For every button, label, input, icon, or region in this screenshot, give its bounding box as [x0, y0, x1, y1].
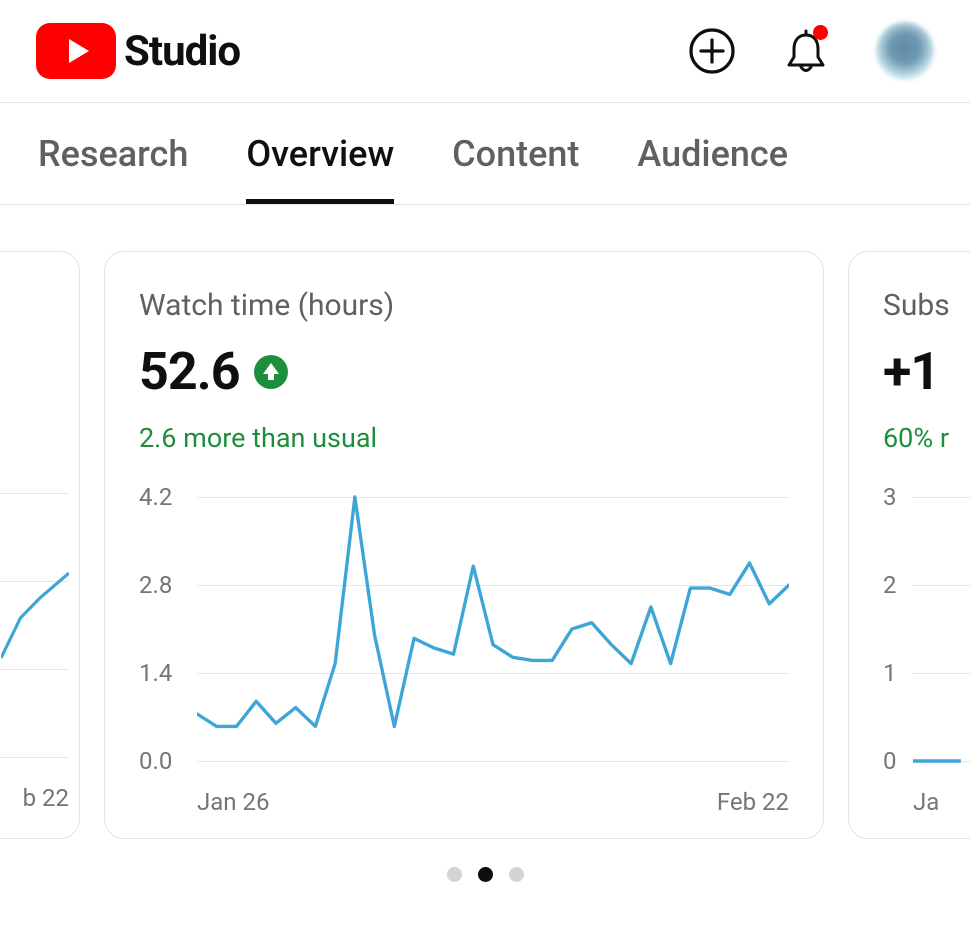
logo[interactable]: Studio — [36, 23, 240, 79]
card-title: Subs — [883, 288, 970, 323]
notification-dot-icon — [813, 25, 828, 40]
y-tick: 3 — [883, 483, 897, 511]
sliver-chart-left — [1, 478, 69, 778]
pagination-dot[interactable] — [478, 867, 493, 882]
y-tick: 4.2 — [139, 483, 172, 511]
card-subscribers-sliver[interactable]: Subs +1 60% r 3 2 1 0 Ja — [848, 251, 970, 839]
x-label-end: Feb 22 — [717, 788, 789, 816]
line-chart-svg — [197, 482, 789, 782]
y-tick: 0 — [883, 747, 897, 775]
card-watch-time[interactable]: Watch time (hours) 52.6 2.6 more than us… — [104, 251, 824, 839]
y-tick: 1 — [883, 659, 897, 687]
app-header: Studio — [0, 0, 970, 102]
tab-research[interactable]: Research — [38, 133, 188, 204]
card-title: Watch time (hours) — [139, 288, 789, 323]
subs-chart: 3 2 1 0 — [883, 482, 970, 782]
pagination-dot[interactable] — [447, 867, 462, 882]
y-tick: 2 — [883, 571, 897, 599]
card-subtitle: 2.6 more than usual — [139, 422, 789, 454]
tab-content[interactable]: Content — [452, 133, 579, 204]
tab-overview[interactable]: Overview — [246, 133, 394, 204]
card-value: 52.6 — [139, 341, 240, 402]
x-label-end: b 22 — [23, 784, 69, 812]
youtube-play-icon — [36, 23, 116, 79]
card-previous-sliver[interactable]: b 22 — [0, 251, 80, 839]
plus-circle-icon — [688, 27, 736, 75]
watch-time-chart: 4.2 2.8 1.4 0.0 — [139, 482, 789, 782]
carousel-pagination — [0, 867, 970, 882]
card-value-row: 52.6 — [139, 341, 789, 402]
cards-carousel[interactable]: b 22 Watch time (hours) 52.6 2.6 more th… — [0, 205, 970, 839]
logo-text: Studio — [124, 27, 240, 76]
y-tick: 0.0 — [139, 747, 172, 775]
card-subtitle: 60% r — [883, 422, 970, 454]
create-button[interactable] — [688, 27, 736, 75]
notifications-button[interactable] — [782, 27, 830, 75]
pagination-dot[interactable] — [509, 867, 524, 882]
tab-bar: Research Overview Content Audience — [0, 103, 970, 205]
trend-up-icon — [254, 355, 288, 389]
header-actions — [688, 22, 934, 80]
y-tick: 2.8 — [139, 571, 172, 599]
card-value: +1 — [883, 341, 939, 402]
avatar[interactable] — [876, 22, 934, 80]
y-tick: 1.4 — [139, 659, 172, 687]
x-axis-labels: Jan 26 Feb 22 — [139, 788, 789, 816]
x-label-start: Jan 26 — [197, 788, 269, 816]
tab-audience[interactable]: Audience — [637, 133, 788, 204]
x-label-start: Ja — [913, 788, 939, 816]
